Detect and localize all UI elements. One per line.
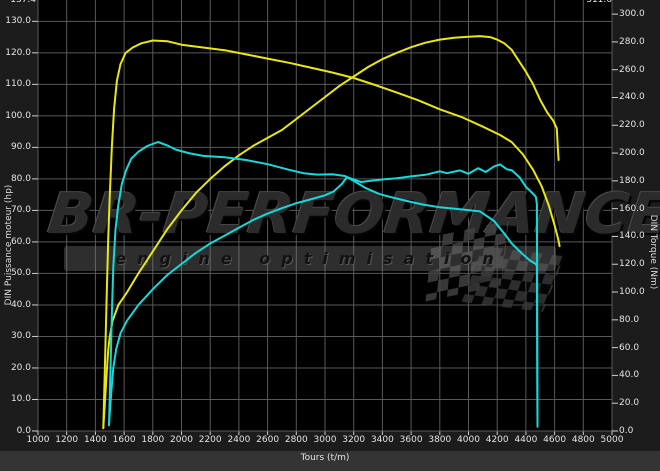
- dyno-chart: BR-Performance engine optimisation 137.4…: [0, 0, 660, 471]
- curve-power-stock: [109, 164, 538, 424]
- curve-power-tuned: [103, 36, 558, 428]
- curves-layer: [0, 0, 660, 471]
- curve-torque-stock: [109, 142, 538, 427]
- curve-torque-tuned: [103, 41, 559, 429]
